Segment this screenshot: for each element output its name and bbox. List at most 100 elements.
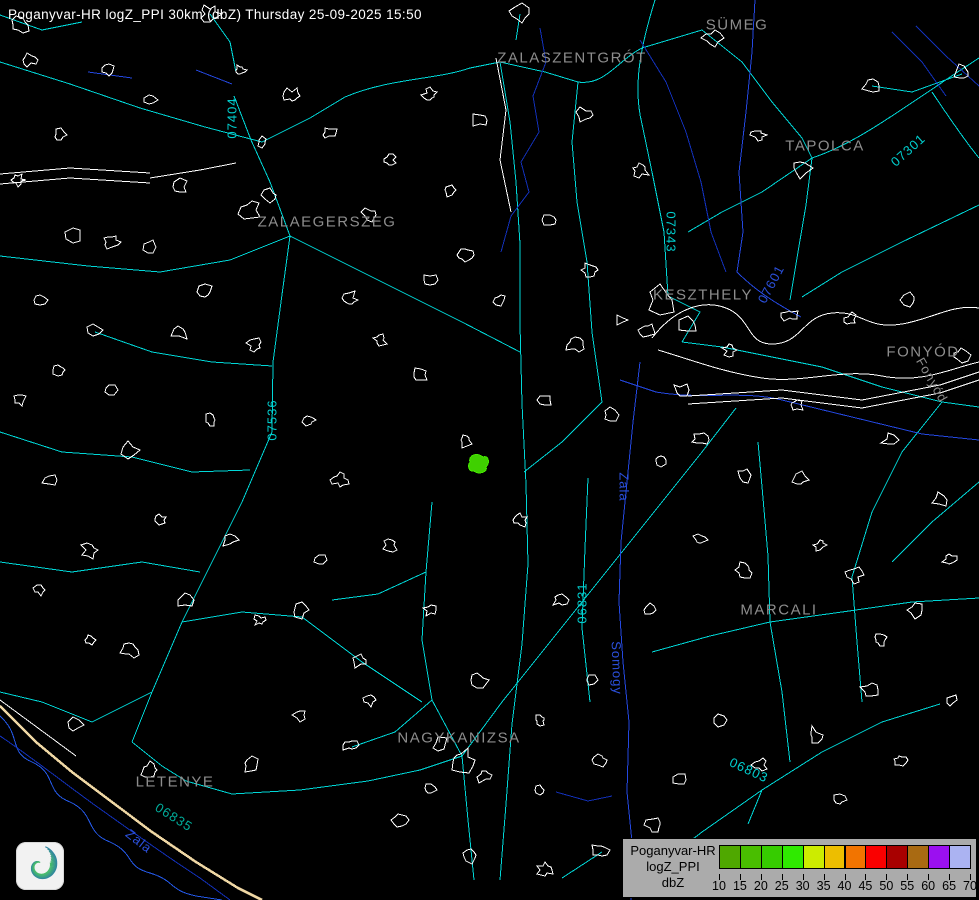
- map-linework: [0, 0, 979, 900]
- legend-color-cell: [907, 845, 929, 869]
- city-label: ZALAEGERSZEG: [258, 214, 397, 231]
- settlement-outline: [81, 543, 98, 559]
- boundary-label: Somogy: [609, 641, 626, 695]
- roads-layer: [0, 0, 979, 880]
- settlement-outline: [542, 215, 556, 225]
- settlement-outline: [509, 3, 529, 23]
- settlement-outline: [461, 435, 472, 448]
- settlement-outline: [644, 603, 656, 614]
- settlement-outline: [875, 634, 887, 646]
- settlement-outline: [391, 814, 409, 827]
- settlement-outline: [236, 65, 247, 74]
- settlement-outline: [323, 128, 337, 138]
- settlement-outline: [330, 472, 349, 487]
- settlement-outline: [373, 334, 387, 346]
- settlement-outline: [477, 771, 492, 783]
- radar-title: Poganyvar-HR logZ_PPI 30km (dbZ) Thursda…: [8, 7, 422, 22]
- settlement-outline: [932, 492, 947, 506]
- settlement-outline: [445, 185, 456, 197]
- settlement-outline: [894, 756, 908, 766]
- settlement-outline: [794, 162, 813, 179]
- legend-color-cell: [761, 845, 783, 869]
- settlement-outline: [65, 228, 80, 243]
- legend-color-cell: [928, 845, 950, 869]
- legend-color-cell: [719, 845, 741, 869]
- app-logo: [16, 842, 64, 890]
- settlement-outline: [566, 337, 584, 352]
- shoreline-layer: [0, 58, 979, 756]
- settlement-outline: [143, 240, 156, 253]
- settlement-outline: [173, 178, 187, 192]
- settlement-outline: [576, 107, 593, 122]
- settlement-outline: [68, 717, 84, 731]
- settlement-outline: [644, 818, 660, 832]
- settlement-outline: [363, 695, 376, 707]
- settlement-outline: [206, 413, 215, 426]
- settlement-outline: [535, 785, 544, 795]
- settlement-outline: [261, 188, 276, 203]
- spiral-logo-icon: [16, 842, 64, 890]
- settlement-outline: [144, 95, 158, 104]
- city-label: LETENYE: [136, 774, 215, 791]
- settlement-outline: [424, 275, 438, 285]
- legend-color-cell: [886, 845, 908, 869]
- settlement-outline: [23, 53, 38, 67]
- settlement-outline: [862, 79, 879, 92]
- legend-color-cell: [865, 845, 887, 869]
- legend-color-cell: [782, 845, 804, 869]
- settlement-outline: [813, 540, 827, 551]
- settlement-outline: [750, 131, 767, 141]
- city-label: TAPOLCA: [785, 138, 864, 155]
- settlement-outline: [383, 539, 397, 552]
- settlement-outline: [592, 754, 607, 767]
- settlement-outline: [254, 615, 266, 625]
- settlement-outline: [120, 643, 139, 658]
- settlement-outline: [384, 154, 396, 165]
- settlement-outline: [42, 475, 57, 485]
- settlement-outline: [638, 324, 655, 337]
- settlement-outline: [246, 338, 261, 352]
- settlement-outline: [104, 236, 121, 249]
- settlement-outline: [738, 469, 751, 483]
- city-label: NAGYKANIZSA: [397, 730, 520, 747]
- settlement-outline: [860, 683, 878, 696]
- settlement-outline: [245, 756, 258, 772]
- settlement-outline: [692, 433, 709, 444]
- legend-color-cell: [740, 845, 762, 869]
- settlement-outline: [425, 784, 437, 793]
- settlement-outline: [942, 554, 957, 564]
- settlement-outline: [513, 513, 527, 527]
- city-label: MARCALI: [740, 602, 817, 619]
- settlement-outline: [581, 263, 598, 277]
- road-number-label: 07536: [265, 399, 280, 440]
- city-label: ZALASZENTGRÓT: [497, 50, 647, 67]
- settlement-outline: [423, 605, 436, 616]
- settlement-outline: [592, 845, 610, 856]
- settlement-outline: [553, 594, 569, 605]
- settlement-outline: [283, 88, 300, 101]
- settlement-outline: [53, 365, 65, 376]
- settlement-outline: [907, 603, 922, 619]
- settlement-outline: [342, 291, 358, 304]
- settlement-outline: [617, 315, 628, 325]
- settlement-outline: [587, 675, 598, 685]
- settlement-outline: [791, 400, 803, 410]
- settlement-outline: [414, 368, 427, 380]
- settlement-outline: [537, 862, 553, 876]
- settlement-outline: [463, 849, 476, 864]
- settlement-outline: [85, 635, 96, 645]
- settlement-outline: [536, 715, 544, 726]
- legend-station-name: Poganyvar-HR: [625, 843, 721, 859]
- settlement-outline: [302, 416, 316, 426]
- legend-color-cell: [845, 845, 867, 869]
- road-number-label: 07343: [664, 211, 679, 252]
- settlement-outline: [292, 711, 305, 722]
- legend-product-name: logZ_PPI: [625, 859, 721, 875]
- settlement-outline: [947, 695, 957, 706]
- legend-color-cell: [803, 845, 825, 869]
- legend-tick-label: 70: [958, 879, 979, 893]
- settlement-outline: [155, 514, 166, 525]
- settlement-outline: [197, 284, 212, 297]
- settlement-outline: [537, 396, 551, 405]
- legend-color-cell: [949, 845, 971, 869]
